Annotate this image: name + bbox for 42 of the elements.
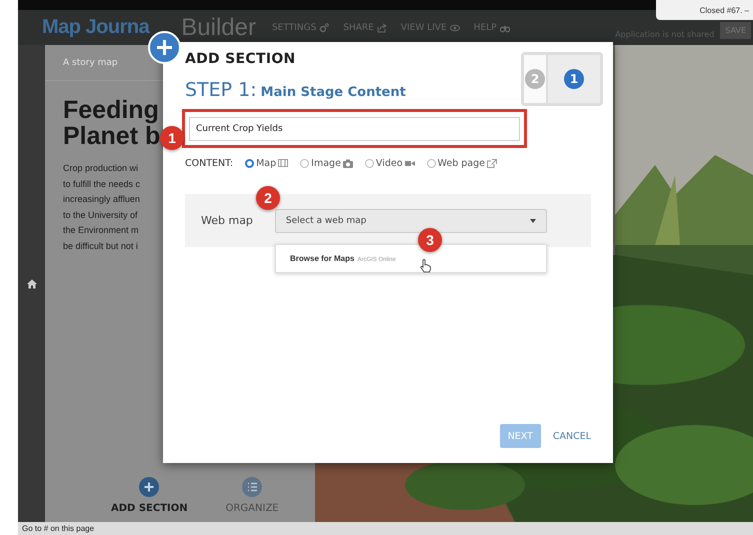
story-text: the Environment m xyxy=(63,224,139,237)
step-label: STEP 1: xyxy=(185,79,257,101)
caret-icon xyxy=(530,218,536,222)
content-option[interactable]: Web page xyxy=(426,158,498,169)
content-option[interactable]: Video xyxy=(364,158,415,169)
list-icon xyxy=(242,477,262,497)
share-icon xyxy=(376,22,387,32)
step-number: 1 xyxy=(564,69,584,89)
gear-icon xyxy=(319,22,330,32)
cancel-button[interactable]: CANCEL xyxy=(552,430,591,442)
web-map-label: Web map xyxy=(201,214,253,227)
story-text: to the University of xyxy=(63,208,138,222)
eye-icon xyxy=(450,22,460,32)
app-subtitle: Builder xyxy=(181,14,256,42)
add-section-button[interactable]: ADD SECTION xyxy=(111,477,188,514)
story-title: Feeding xyxy=(63,97,159,123)
step-title: Main Stage Content xyxy=(260,85,406,100)
radio-button[interactable] xyxy=(426,159,436,168)
map-icon xyxy=(278,159,288,168)
external-link-icon xyxy=(487,159,498,168)
story-text: be difficult but not i xyxy=(63,240,138,252)
camera-icon xyxy=(342,159,353,168)
status-bar: Go to # on this page xyxy=(18,522,753,535)
story-text: to fulfill the needs c xyxy=(63,178,140,190)
web-map-select[interactable]: Select a web map xyxy=(274,208,547,232)
title-field[interactable]: Current Crop Yields xyxy=(189,117,520,141)
story-text: Crop production wi xyxy=(63,162,138,175)
app-title: Map Journa xyxy=(42,16,150,39)
notification: Closed #67. – xyxy=(656,0,753,20)
radio-button[interactable] xyxy=(245,159,254,168)
home-icon[interactable] xyxy=(26,278,36,288)
radio-button[interactable] xyxy=(364,159,374,168)
content-option[interactable]: Map xyxy=(245,158,288,169)
plus-icon xyxy=(139,477,160,497)
radio-button[interactable] xyxy=(300,159,310,168)
story-title: Planet b xyxy=(63,123,160,149)
content-option[interactable]: Image xyxy=(300,158,353,169)
video-camera-icon xyxy=(404,159,415,168)
story-text: increasingly affluen xyxy=(63,193,140,206)
dialog-title: ADD SECTION xyxy=(185,51,297,67)
step-number: 2 xyxy=(525,69,545,89)
content-label: CONTENT: xyxy=(185,158,234,169)
